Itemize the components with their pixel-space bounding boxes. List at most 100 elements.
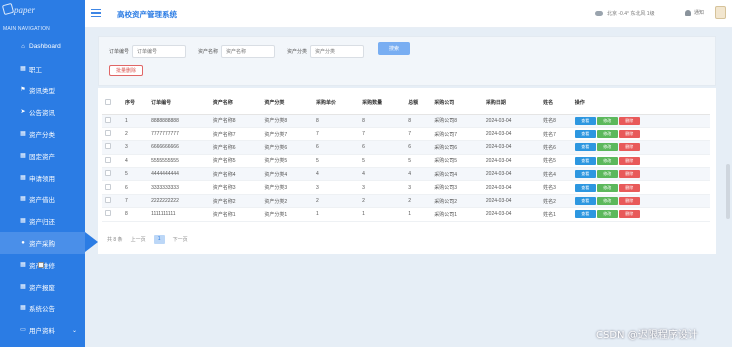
table-cell: 2 <box>313 194 360 209</box>
row-checkbox[interactable] <box>105 130 111 137</box>
search-panel: 订单编号 资产名称 资产分类 搜索 批量删除 <box>98 36 716 86</box>
view-button[interactable]: 查看 <box>574 197 596 206</box>
table-cell: 4 <box>122 154 149 169</box>
table-cell: 6 <box>313 140 360 155</box>
grid-icon: ▦ <box>20 218 26 225</box>
asset-name-input[interactable] <box>221 45 276 58</box>
grid-icon: ▦ <box>20 261 26 268</box>
row-checkbox[interactable] <box>105 116 111 123</box>
table-cell: 1 <box>313 207 360 222</box>
row-checkbox[interactable] <box>105 170 111 177</box>
delete-button[interactable]: 删除 <box>618 170 640 179</box>
table-cell: 资产分类2 <box>261 194 314 209</box>
scrollbar[interactable] <box>726 164 730 219</box>
view-button[interactable]: 查看 <box>574 170 596 179</box>
table-cell: 7 <box>359 127 406 142</box>
delete-button[interactable]: 删除 <box>618 197 640 206</box>
edit-button[interactable]: 修改 <box>596 143 618 152</box>
sidebar-item-4[interactable]: ▦ 资产分类 <box>0 123 85 145</box>
table-cell: 姓名1 <box>540 207 572 222</box>
grid-icon: ▦ <box>20 196 26 203</box>
delete-button[interactable]: 删除 <box>618 210 640 219</box>
view-button[interactable]: 查看 <box>574 210 596 219</box>
edit-button[interactable]: 修改 <box>596 170 618 179</box>
edit-button[interactable]: 修改 <box>596 197 618 206</box>
table-cell: 8 <box>359 114 406 128</box>
batch-delete-button[interactable]: 批量删除 <box>109 65 143 76</box>
edit-button[interactable]: 修改 <box>596 183 618 192</box>
sidebar-item-label: 资产分类 <box>29 132 55 140</box>
search-button[interactable]: 搜索 <box>378 42 410 55</box>
delete-button[interactable]: 删除 <box>618 143 640 152</box>
sidebar-item-13[interactable]: ▭ 用户资料 ⌄ <box>0 319 85 341</box>
sidebar-item-11[interactable]: ▦ 资产报废 <box>0 276 85 298</box>
pager-prev[interactable]: 上一页 <box>131 236 146 243</box>
order-number-input[interactable] <box>132 45 187 58</box>
sidebar-item-6[interactable]: ▦ 申请领用 <box>0 167 85 189</box>
notification-button[interactable]: 通知 <box>685 9 704 16</box>
row-checkbox[interactable] <box>105 197 111 204</box>
table-cell: 3 <box>122 140 149 155</box>
table-cell: 2222222222 <box>148 194 210 209</box>
home-icon: ⌂ <box>21 43 25 50</box>
column-header[interactable] <box>102 92 122 115</box>
avatar[interactable] <box>715 6 726 19</box>
view-button[interactable]: 查看 <box>574 143 596 152</box>
table-cell: 5 <box>313 154 360 169</box>
table-cell: 6 <box>122 180 149 195</box>
table-header-row: 序号 订单编号 资产名称 资产分类 采购单价 采购数量 总额 采购公司 采购日期 姓名 操作 <box>102 92 710 115</box>
asset-category-input[interactable] <box>310 45 365 58</box>
row-checkbox[interactable] <box>105 156 111 163</box>
top-bar: 高校资产管理系统 北京 -0.4° 东北风 1级 通知 <box>85 0 732 28</box>
column-header: 采购公司 <box>431 92 483 115</box>
edit-button[interactable]: 修改 <box>596 210 618 219</box>
sidebar-item-label: 公告资讯 <box>29 110 55 118</box>
hamburger-menu-icon[interactable] <box>91 9 101 17</box>
sidebar-item-12[interactable]: ▦ 系统公告 <box>0 298 85 320</box>
pager-next[interactable]: 下一页 <box>173 236 188 243</box>
table-cell: 资产分类6 <box>261 140 314 155</box>
sidebar-item-5[interactable]: ▦ 固定资产 <box>0 145 85 167</box>
sidebar-item-9[interactable]: ● 资产采购 <box>0 232 98 254</box>
table-cell: 7 <box>313 127 360 142</box>
weather-widget: 北京 -0.4° 东北风 1级 <box>595 10 655 17</box>
table-cell: 2024-03-04 <box>482 114 541 128</box>
row-checkbox[interactable] <box>105 183 111 190</box>
table-cell: 5 <box>122 167 149 182</box>
table-cell: 8 <box>313 114 360 128</box>
edit-button[interactable]: 修改 <box>596 116 618 125</box>
sidebar-item-8[interactable]: ▦ 资产归还 <box>0 210 85 232</box>
table-cell: 3333333333 <box>148 180 210 195</box>
edit-button[interactable]: 修改 <box>596 156 618 165</box>
table-cell: 1 <box>122 114 149 128</box>
view-button[interactable]: 查看 <box>574 156 596 165</box>
table-cell: 3 <box>359 180 406 195</box>
delete-button[interactable]: 删除 <box>618 183 640 192</box>
sidebar-item-0[interactable]: ⌂ Dashboard <box>0 36 85 58</box>
select-all-checkbox[interactable] <box>105 98 111 105</box>
sidebar-item-3[interactable]: ➤ 公告资讯 <box>0 101 85 123</box>
row-checkbox[interactable] <box>105 143 111 150</box>
delete-button[interactable]: 删除 <box>618 130 640 139</box>
view-button[interactable]: 查看 <box>574 183 596 192</box>
sidebar-item-1[interactable]: ▦ 职工 <box>0 58 85 80</box>
pager-current[interactable]: 1 <box>153 235 165 244</box>
main-content: 订单编号 资产名称 资产分类 搜索 批量删除 序号订单编号资产名称资产分类采购单… <box>85 28 732 347</box>
column-header: 资产分类 <box>261 92 314 115</box>
purchase-table: 序号 订单编号 资产名称 资产分类 采购单价 采购数量 总额 采购公司 采购日期 姓名 操作 1 88… <box>102 92 710 222</box>
edit-button[interactable]: 修改 <box>596 130 618 139</box>
table-cell: 2024-03-04 <box>482 127 541 142</box>
row-checkbox[interactable] <box>105 210 111 217</box>
paper-plane-icon <box>1 2 15 16</box>
sidebar-nav: ⌂ Dashboard ▦ 职工 ⚑ 资讯类型 ➤ 公告资讯 ▦ 资产分类 ▦ 固定资产 ▦ 申请领用 ▦ 资… <box>0 36 98 341</box>
table-cell: 4 <box>405 167 432 182</box>
table-cell: 6 <box>405 140 432 155</box>
view-button[interactable]: 查看 <box>574 116 596 125</box>
sidebar-item-2[interactable]: ⚑ 资讯类型 <box>0 80 85 102</box>
view-button[interactable]: 查看 <box>574 130 596 139</box>
app-logo[interactable]: paper <box>1 2 35 16</box>
column-header: 资产名称 <box>209 92 262 115</box>
sidebar-item-7[interactable]: ▦ 资产借出 <box>0 189 85 211</box>
delete-button[interactable]: 删除 <box>618 116 640 125</box>
delete-button[interactable]: 删除 <box>618 156 640 165</box>
